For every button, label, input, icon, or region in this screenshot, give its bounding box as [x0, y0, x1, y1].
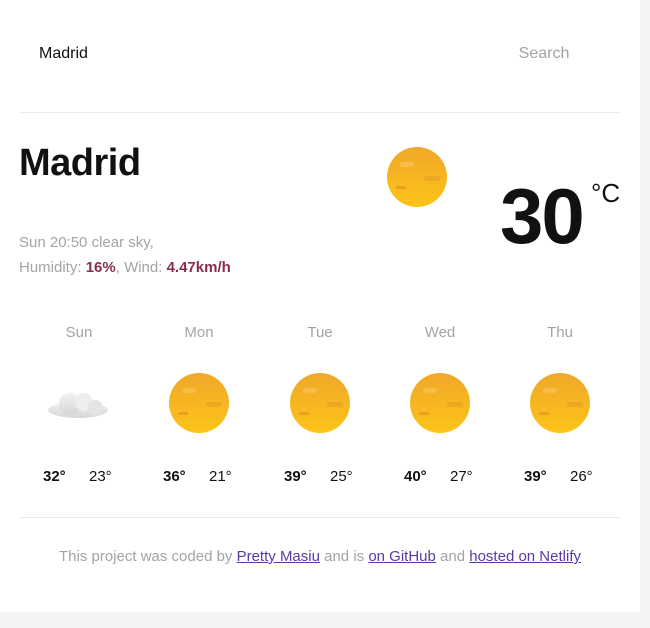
forecast-day: Wed 40° 27° [380, 320, 500, 500]
temperature-unit: °C [591, 178, 621, 208]
forecast-day-name: Thu [547, 324, 573, 341]
forecast-day-name: Wed [424, 324, 456, 341]
forecast-day-name: Tue [307, 324, 333, 341]
city-name: Madrid [19, 142, 141, 184]
humidity-label: Humidity: [19, 259, 82, 276]
humidity-wind-line: Humidity: 16%, Wind: 4.47km/h [19, 259, 231, 276]
divider [19, 112, 621, 113]
weather-details: Sun 20:50 clear sky, Humidity: 16%, Wind… [19, 230, 231, 280]
current-temperature: 30 [500, 172, 585, 260]
forecast-day: Sun 32° 23° [19, 320, 139, 500]
sun-icon [409, 372, 471, 434]
cloud-icon [48, 372, 110, 434]
forecast-day: Thu 39° 26° [500, 320, 620, 500]
wind-label: Wind: [124, 259, 163, 276]
forecast-min-temp: 26° [570, 468, 593, 485]
divider [19, 517, 621, 518]
day-time: Sun 20:50 [19, 234, 88, 251]
wind-value: 4.47km/h [166, 259, 231, 276]
forecast-max-temp: 36° [163, 468, 186, 485]
footer-prefix: This project was coded by [59, 548, 233, 565]
forecast-day: Mon 36° 21° [139, 320, 259, 500]
forecast-max-temp: 32° [43, 468, 66, 485]
humidity-value: 16% [85, 259, 116, 276]
search-form: Search [19, 34, 621, 74]
forecast-min-temp: 25° [330, 468, 353, 485]
forecast-max-temp: 39° [524, 468, 547, 485]
github-link[interactable]: on GitHub [368, 548, 436, 565]
forecast: Sun 32° 23° Mon 36° 21° Tue 39° 25° Wed … [19, 320, 621, 500]
search-button[interactable]: Search [479, 34, 609, 74]
forecast-day-name: Sun [65, 324, 93, 341]
weather-description: clear sky, [91, 234, 154, 251]
forecast-min-temp: 27° [450, 468, 473, 485]
footer: This project was coded by Pretty Masiu a… [0, 548, 640, 565]
sun-icon [168, 372, 230, 434]
sun-icon [386, 146, 448, 208]
footer-middle: and is [324, 548, 365, 565]
city-search-input[interactable] [19, 34, 479, 74]
weather-card: Search Madrid Sun 20:50 clear sky, Humid… [0, 0, 640, 612]
netlify-link[interactable]: hosted on Netlify [469, 548, 581, 565]
footer-and: and [440, 548, 466, 565]
date-description-line: Sun 20:50 clear sky, [19, 230, 231, 255]
forecast-min-temp: 23° [89, 468, 112, 485]
forecast-day-name: Mon [184, 324, 214, 341]
sun-icon [529, 372, 591, 434]
forecast-max-temp: 40° [404, 468, 427, 485]
forecast-min-temp: 21° [209, 468, 232, 485]
sun-icon [289, 372, 351, 434]
forecast-day: Tue 39° 25° [260, 320, 380, 500]
forecast-max-temp: 39° [284, 468, 307, 485]
author-link[interactable]: Pretty Masiu [237, 548, 320, 565]
